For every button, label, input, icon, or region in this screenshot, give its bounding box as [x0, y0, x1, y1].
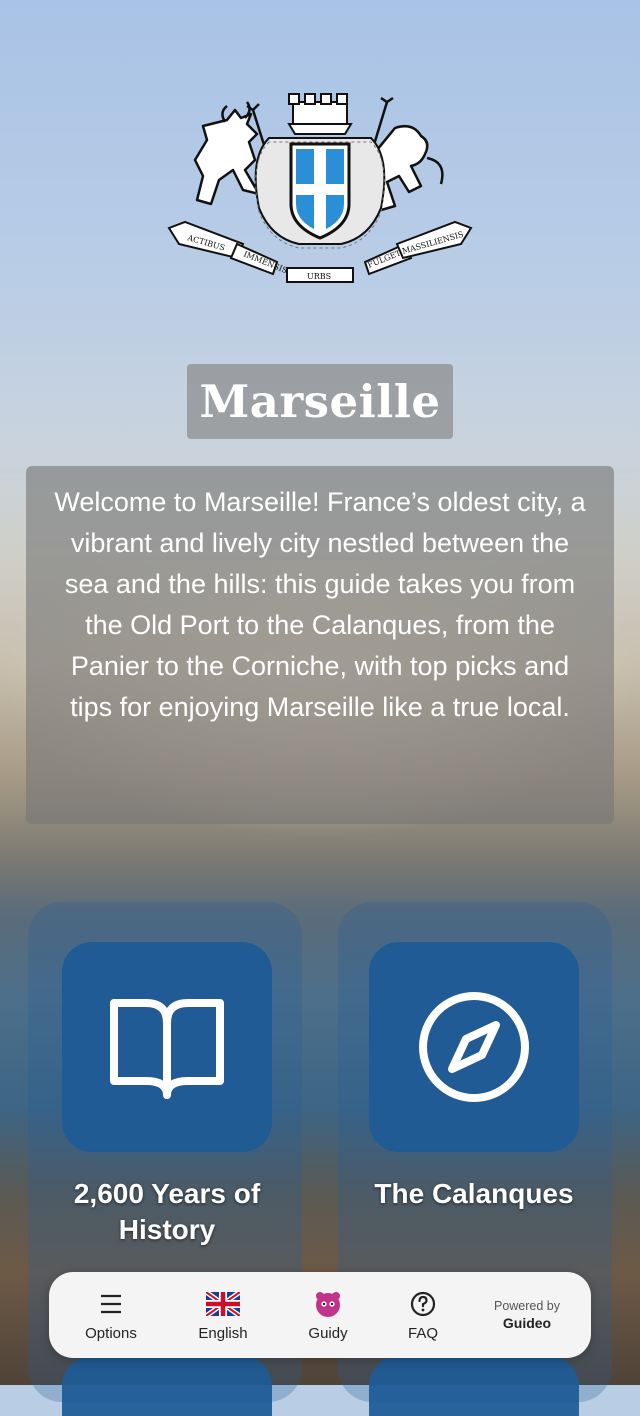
guideo-brand: Guideo: [502, 1315, 552, 1331]
guidy-mascot-icon: [316, 1291, 340, 1317]
guidy-label: Guidy: [308, 1324, 348, 1342]
history-tile-label[interactable]: 2,600 Years of History: [37, 1176, 297, 1248]
guidy-button[interactable]: Guidy: [273, 1272, 383, 1358]
options-label: Options: [85, 1324, 137, 1342]
motto-word-3: URBS: [307, 272, 331, 281]
book-icon: [110, 999, 224, 1099]
faq-label: FAQ: [407, 1324, 438, 1342]
calanques-tile-label[interactable]: The Calanques: [344, 1176, 604, 1212]
bottom-navbar: Options English Guidy FAQ Powered by Gui…: [49, 1272, 591, 1358]
next-tile-right[interactable]: [369, 1356, 579, 1416]
language-label: English: [198, 1324, 248, 1342]
question-icon: [410, 1291, 436, 1316]
powered-by-text: Powered by: [493, 1299, 560, 1313]
uk-flag-icon: [206, 1291, 240, 1316]
coat-of-arms: ACTIBUS IMMENSIS URBS FULGET MASSILIENSI…: [167, 93, 473, 283]
compass-icon: [419, 992, 529, 1102]
powered-by-guideo[interactable]: Powered by Guideo: [463, 1299, 591, 1331]
options-button[interactable]: Options: [49, 1272, 173, 1358]
history-tile[interactable]: [62, 942, 272, 1152]
intro-text: Welcome to Marseille! France’s oldest ci…: [26, 466, 614, 824]
next-tile-left[interactable]: [62, 1356, 272, 1416]
calanques-tile[interactable]: [369, 942, 579, 1152]
faq-button[interactable]: FAQ: [383, 1272, 463, 1358]
language-button[interactable]: English: [173, 1272, 273, 1358]
city-title: Marseille: [199, 375, 441, 428]
menu-icon: [101, 1294, 121, 1313]
city-title-box: Marseille: [187, 364, 453, 439]
